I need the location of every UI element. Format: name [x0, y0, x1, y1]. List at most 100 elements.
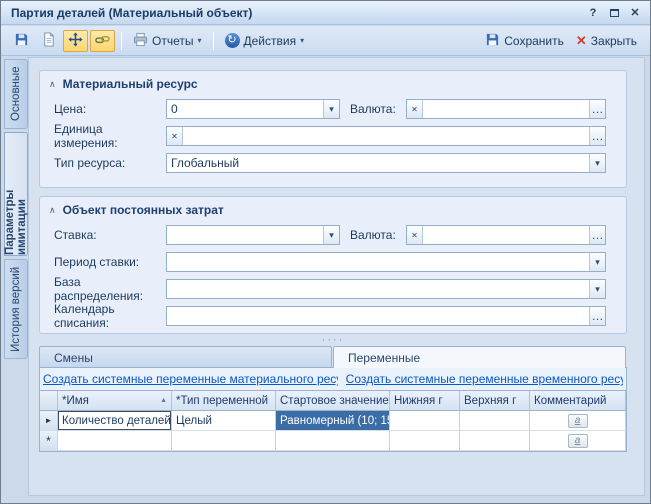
toolbar: Отчеты ▾ ↻ Действия ▾ Сохранить ✕ Закрыт… [1, 26, 650, 56]
cell-start-value[interactable]: Равномерный (10; 15) [276, 411, 390, 431]
unit-input[interactable]: ✕ … [166, 126, 606, 146]
help-button[interactable]: ? [584, 5, 602, 21]
close-icon: ✕ [576, 33, 587, 49]
rate-period-select[interactable]: ▾ [166, 252, 606, 272]
reports-button[interactable]: Отчеты ▾ [128, 30, 207, 52]
bottom-tab-strip: Смены Переменные [39, 346, 627, 368]
cell-upper[interactable] [460, 411, 530, 431]
group-title: Материальный ресурс [63, 77, 198, 91]
column-header-upper[interactable]: Верхняя г [460, 391, 530, 411]
new-row: * a [40, 431, 626, 451]
chevron-down-icon: ▾ [300, 36, 304, 45]
maximize-icon [610, 9, 619, 17]
tab-version-history[interactable]: История версий [4, 259, 28, 359]
maximize-button[interactable] [605, 5, 623, 21]
cell-start-value[interactable] [276, 431, 390, 451]
links-row: Создать системные переменные материально… [40, 368, 626, 390]
create-time-variables-link[interactable]: Создать системные переменные временного … [346, 372, 623, 386]
chevron-down-icon[interactable]: ▾ [323, 226, 339, 244]
chevron-down-icon[interactable]: ▾ [589, 280, 605, 298]
title-bar[interactable]: Партия деталей (Материальный объект) ? ✕ [1, 1, 650, 25]
cell-lower[interactable] [390, 431, 460, 451]
chevron-down-icon[interactable]: ▾ [589, 154, 605, 172]
collapse-icon: ∧ [49, 79, 56, 90]
currency-value [423, 100, 589, 118]
window-controls: ? ✕ [584, 5, 644, 21]
rate-currency-input[interactable]: ✕ … [406, 225, 606, 245]
clear-icon[interactable]: ✕ [167, 127, 183, 145]
save-label: Сохранить [504, 34, 564, 48]
rate-value [167, 226, 323, 244]
tab-simulation-parameters[interactable]: Параметры имитации [4, 132, 28, 256]
price-value: 0 [167, 100, 323, 118]
ellipsis-button[interactable]: … [589, 100, 605, 118]
memo-edit-button[interactable]: a [568, 414, 588, 428]
column-header-lower[interactable]: Нижняя г [390, 391, 460, 411]
tab-main[interactable]: Основные [4, 59, 28, 129]
close-dialog-button[interactable]: ✕ Закрыть [571, 30, 642, 52]
group-material-resource-header[interactable]: ∧ Материальный ресурс [40, 71, 626, 95]
floppy-icon [14, 32, 29, 50]
move-button[interactable] [63, 30, 88, 52]
distribution-base-row: База распределения: ▾ [54, 279, 606, 299]
column-header-name[interactable]: *Имя ▲ [58, 391, 172, 411]
distribution-base-value [167, 280, 589, 298]
collapse-icon: ∧ [49, 205, 56, 216]
floppy-icon [485, 32, 500, 50]
splitter-handle[interactable]: ···· [39, 334, 627, 346]
clear-icon[interactable]: ✕ [407, 226, 423, 244]
ellipsis-button[interactable]: … [589, 307, 605, 325]
cell-name[interactable]: Количество деталей [58, 411, 172, 431]
tab-variables[interactable]: Переменные [333, 346, 626, 368]
link-button[interactable] [90, 30, 115, 52]
column-header-start-value[interactable]: Стартовое значение [276, 391, 390, 411]
rate-label: Ставка: [54, 228, 166, 242]
price-input[interactable]: 0 ▾ [166, 99, 340, 119]
resource-type-select[interactable]: Глобальный ▾ [166, 153, 606, 173]
group-fixed-cost-header[interactable]: ∧ Объект постоянных затрат [40, 197, 626, 221]
distribution-base-select[interactable]: ▾ [166, 279, 606, 299]
writeoff-calendar-value [167, 307, 589, 325]
column-header-type[interactable]: *Тип переменной [172, 391, 276, 411]
price-row: Цена: 0 ▾ Валюта: ✕ … [54, 99, 606, 119]
create-material-variables-link[interactable]: Создать системные переменные материально… [43, 372, 338, 386]
save-icon-button[interactable] [9, 30, 34, 52]
close-button[interactable]: ✕ [626, 5, 644, 21]
document-button[interactable] [36, 30, 61, 52]
currency-input[interactable]: ✕ … [406, 99, 606, 119]
price-label: Цена: [54, 102, 166, 116]
cell-type[interactable]: Целый [172, 411, 276, 431]
grid-header-row: *Имя ▲ *Тип переменной Стартовое значени… [40, 391, 626, 411]
cell-name[interactable] [58, 431, 172, 451]
content-panel: ∧ Материальный ресурс Цена: 0 ▾ Валюта: … [28, 57, 645, 496]
tab-shifts[interactable]: Смены [39, 346, 332, 368]
distribution-base-label: База распределения: [54, 275, 166, 303]
actions-label: Действия [244, 34, 297, 48]
printer-icon [133, 32, 148, 50]
save-button[interactable]: Сохранить [480, 30, 569, 52]
cell-comment[interactable]: a [530, 431, 626, 451]
writeoff-calendar-input[interactable]: … [166, 306, 606, 326]
ellipsis-button[interactable]: … [589, 226, 605, 244]
cell-upper[interactable] [460, 431, 530, 451]
actions-button[interactable]: ↻ Действия ▾ [220, 30, 310, 52]
sort-asc-icon: ▲ [160, 397, 167, 404]
chevron-down-icon[interactable]: ▾ [589, 253, 605, 271]
group-title: Объект постоянных затрат [63, 203, 224, 217]
column-header-comment[interactable]: Комментарий [530, 391, 626, 411]
ellipsis-button[interactable]: … [589, 127, 605, 145]
actions-icon: ↻ [225, 33, 240, 48]
rate-input[interactable]: ▾ [166, 225, 340, 245]
cell-comment[interactable]: a [530, 411, 626, 431]
move-arrows-icon [68, 32, 83, 50]
chevron-down-icon: ▾ [197, 36, 201, 45]
table-row: ► Количество деталей Целый Равномерный (… [40, 411, 626, 431]
rate-currency-value [423, 226, 589, 244]
memo-edit-button[interactable]: a [568, 434, 588, 448]
cell-lower[interactable] [390, 411, 460, 431]
clear-icon[interactable]: ✕ [407, 100, 423, 118]
toolbar-separator [213, 32, 214, 50]
toolbar-separator [121, 32, 122, 50]
cell-type[interactable] [172, 431, 276, 451]
chevron-down-icon[interactable]: ▾ [323, 100, 339, 118]
